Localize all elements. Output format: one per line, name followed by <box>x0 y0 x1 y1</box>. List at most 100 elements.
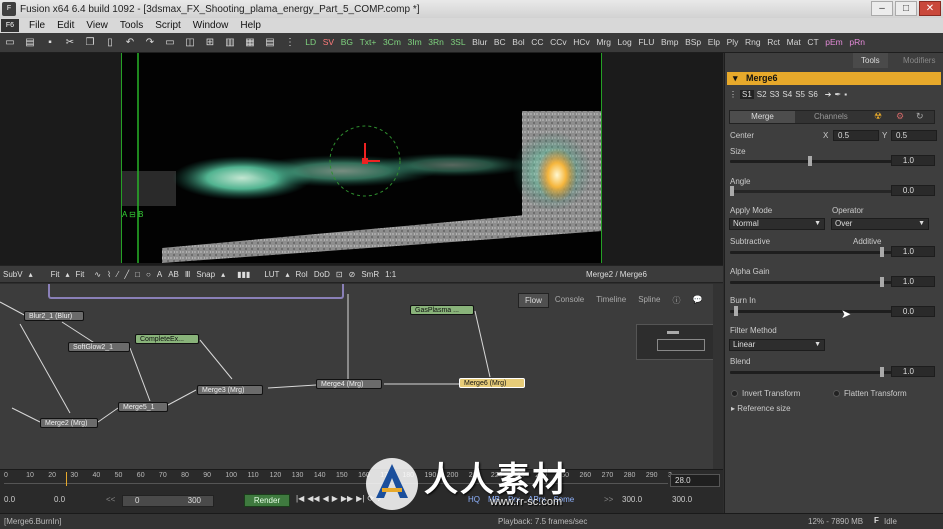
minimize-button[interactable]: – <box>871 1 893 16</box>
first-frame-icon[interactable]: |◀ <box>296 494 304 503</box>
tool-button-3rn[interactable]: 3Rn <box>425 35 447 50</box>
tool-button-elp[interactable]: Elp <box>704 35 723 50</box>
slot-s5[interactable]: S5 <box>795 90 805 99</box>
size-field[interactable]: 1.0 <box>891 155 935 166</box>
reference-size-toggle[interactable]: ▸ Reference size <box>731 404 791 413</box>
play-reverse-icon[interactable]: ◀ <box>323 494 329 503</box>
viewer-canvas[interactable] <box>121 53 602 263</box>
tab-console[interactable]: Console <box>549 293 590 308</box>
node-merge5-1[interactable]: Merge5_1 <box>118 402 168 412</box>
radiation-icon[interactable]: ☢ <box>874 111 882 122</box>
additive-field[interactable]: 1.0 <box>891 246 935 257</box>
node-gasplasma[interactable]: GasPlasma ... <box>410 305 474 315</box>
layout-stack-icon[interactable]: ▤ <box>263 36 277 49</box>
tool-button-bmp[interactable]: Bmp <box>658 35 682 50</box>
size-slider[interactable] <box>730 156 908 166</box>
subtab-channels[interactable]: Channels <box>814 111 848 123</box>
render-start-field[interactable]: 0.0 <box>54 495 94 507</box>
tool-button-hcv[interactable]: HCv <box>570 35 593 50</box>
global-start-field[interactable]: 0.0 <box>4 495 44 507</box>
tool-button-prn[interactable]: pRn <box>846 35 868 50</box>
smr-button[interactable]: SmR <box>358 270 382 279</box>
menu-view[interactable]: View <box>80 20 114 31</box>
tool-button-mrg[interactable]: Mrg <box>593 35 614 50</box>
node-softglow2-1[interactable]: SoftGlow2_1 <box>68 342 130 352</box>
maximize-button[interactable]: □ <box>895 1 917 16</box>
checker-icon[interactable]: ⊘ <box>346 270 359 279</box>
step-forward-icon[interactable]: ▶▶ <box>341 494 353 503</box>
line-icon[interactable]: ╱ <box>121 270 132 279</box>
tool-button-3im[interactable]: 3Im <box>404 35 425 50</box>
bspline-icon[interactable]: ∿ <box>91 270 104 279</box>
alpha-gain-slider[interactable] <box>730 277 908 287</box>
menu-file[interactable]: File <box>23 20 51 31</box>
layout-split-icon[interactable]: ◫ <box>183 36 197 49</box>
blend-handle[interactable] <box>880 367 884 377</box>
size-handle[interactable] <box>808 156 812 166</box>
tab-flow[interactable]: Flow <box>518 293 549 308</box>
node-merge2[interactable]: Merge2 (Mrg) <box>40 418 98 428</box>
tool-button-rng[interactable]: Rng <box>742 35 764 50</box>
filter-method-dropdown[interactable]: Linear ▼ <box>729 339 825 351</box>
flow-editor[interactable]: Blur2_1 (Blur) SoftGlow2_1 CompleteEx...… <box>0 284 723 469</box>
center-y-field[interactable]: 0.5 <box>891 130 937 141</box>
close-button[interactable]: ✕ <box>919 1 941 16</box>
tool-button-flu[interactable]: FLU <box>635 35 658 50</box>
play-icon[interactable]: ▶ <box>332 494 338 503</box>
redo-icon[interactable]: ↷ <box>143 36 157 49</box>
tool-button-cc[interactable]: CC <box>528 35 547 50</box>
layout-wide-icon[interactable]: ▥ <box>223 36 237 49</box>
fit-button-2[interactable]: Fit <box>73 270 88 279</box>
blend-slider[interactable] <box>730 367 908 377</box>
angle-field[interactable]: 0.0 <box>891 185 935 196</box>
render-button[interactable]: Render <box>244 494 290 507</box>
menu-window[interactable]: Window <box>187 20 235 31</box>
settings-gear-icon[interactable]: ⚙ <box>896 111 904 122</box>
lut-button[interactable]: LUT <box>261 270 282 279</box>
node-merge4[interactable]: Merge4 (Mrg) <box>316 379 382 389</box>
alpha-gain-field[interactable]: 1.0 <box>891 276 935 287</box>
flatten-transform-checkbox[interactable]: Flatten Transform <box>833 389 907 398</box>
tool-button-blur[interactable]: Blur <box>469 35 491 50</box>
rectangle-icon[interactable]: □ <box>132 270 143 279</box>
menu-help[interactable]: Help <box>234 20 267 31</box>
lock-icon[interactable]: ⊡ <box>333 270 346 279</box>
menu-tools[interactable]: Tools <box>114 20 149 31</box>
slot-s3[interactable]: S3 <box>770 90 780 99</box>
tool-button-rct[interactable]: Rct <box>764 35 783 50</box>
roi-button[interactable]: RoI <box>292 270 310 279</box>
slot-s1[interactable]: S1 <box>740 90 754 99</box>
tool-button-log[interactable]: Log <box>614 35 635 50</box>
tool-button-mat[interactable]: Mat <box>783 35 804 50</box>
center-x-field[interactable]: 0.5 <box>833 130 879 141</box>
copy-icon[interactable]: ❐ <box>83 36 97 49</box>
paste-icon[interactable]: ▯ <box>103 36 117 49</box>
tab-tools[interactable]: Tools <box>853 53 888 68</box>
range-left-icon[interactable]: << <box>106 495 115 504</box>
ellipse-icon[interactable]: ○ <box>143 270 154 279</box>
tool-button-txt[interactable]: Txt+ <box>356 35 379 50</box>
comments-icon[interactable]: 💬 <box>686 293 708 308</box>
tool-button-sv[interactable]: SV <box>319 35 337 50</box>
pick-icon[interactable]: ✒ <box>834 90 841 99</box>
tab-spline[interactable]: Spline <box>632 293 666 308</box>
flow-navigator[interactable] <box>636 324 720 360</box>
tab-modifiers[interactable]: Modifiers <box>895 53 943 68</box>
arrow-right-icon[interactable]: ➔ <box>825 90 832 99</box>
operator-dropdown[interactable]: Over ▼ <box>831 218 929 230</box>
pin-icon[interactable]: ↻ <box>916 111 924 122</box>
tool-button-bc[interactable]: BC <box>491 35 509 50</box>
save-icon[interactable]: ▪ <box>43 36 57 49</box>
global-end-field[interactable]: 300.0 <box>672 495 692 504</box>
fit-button[interactable]: Fit <box>48 270 63 279</box>
tool-button-bg[interactable]: BG <box>337 35 356 50</box>
tool-button-ply[interactable]: Ply <box>723 35 741 50</box>
layout-quad-icon[interactable]: ⊞ <box>203 36 217 49</box>
node-merge3[interactable]: Merge3 (Mrg) <box>197 385 263 395</box>
invert-transform-checkbox[interactable]: Invert Transform <box>731 389 800 398</box>
script-icon[interactable]: Ⅲ <box>182 270 194 279</box>
menu-script[interactable]: Script <box>149 20 187 31</box>
undo-icon[interactable]: ↶ <box>123 36 137 49</box>
angle-handle[interactable] <box>730 186 734 196</box>
node-complete-explosion[interactable]: CompleteEx... <box>135 334 199 344</box>
